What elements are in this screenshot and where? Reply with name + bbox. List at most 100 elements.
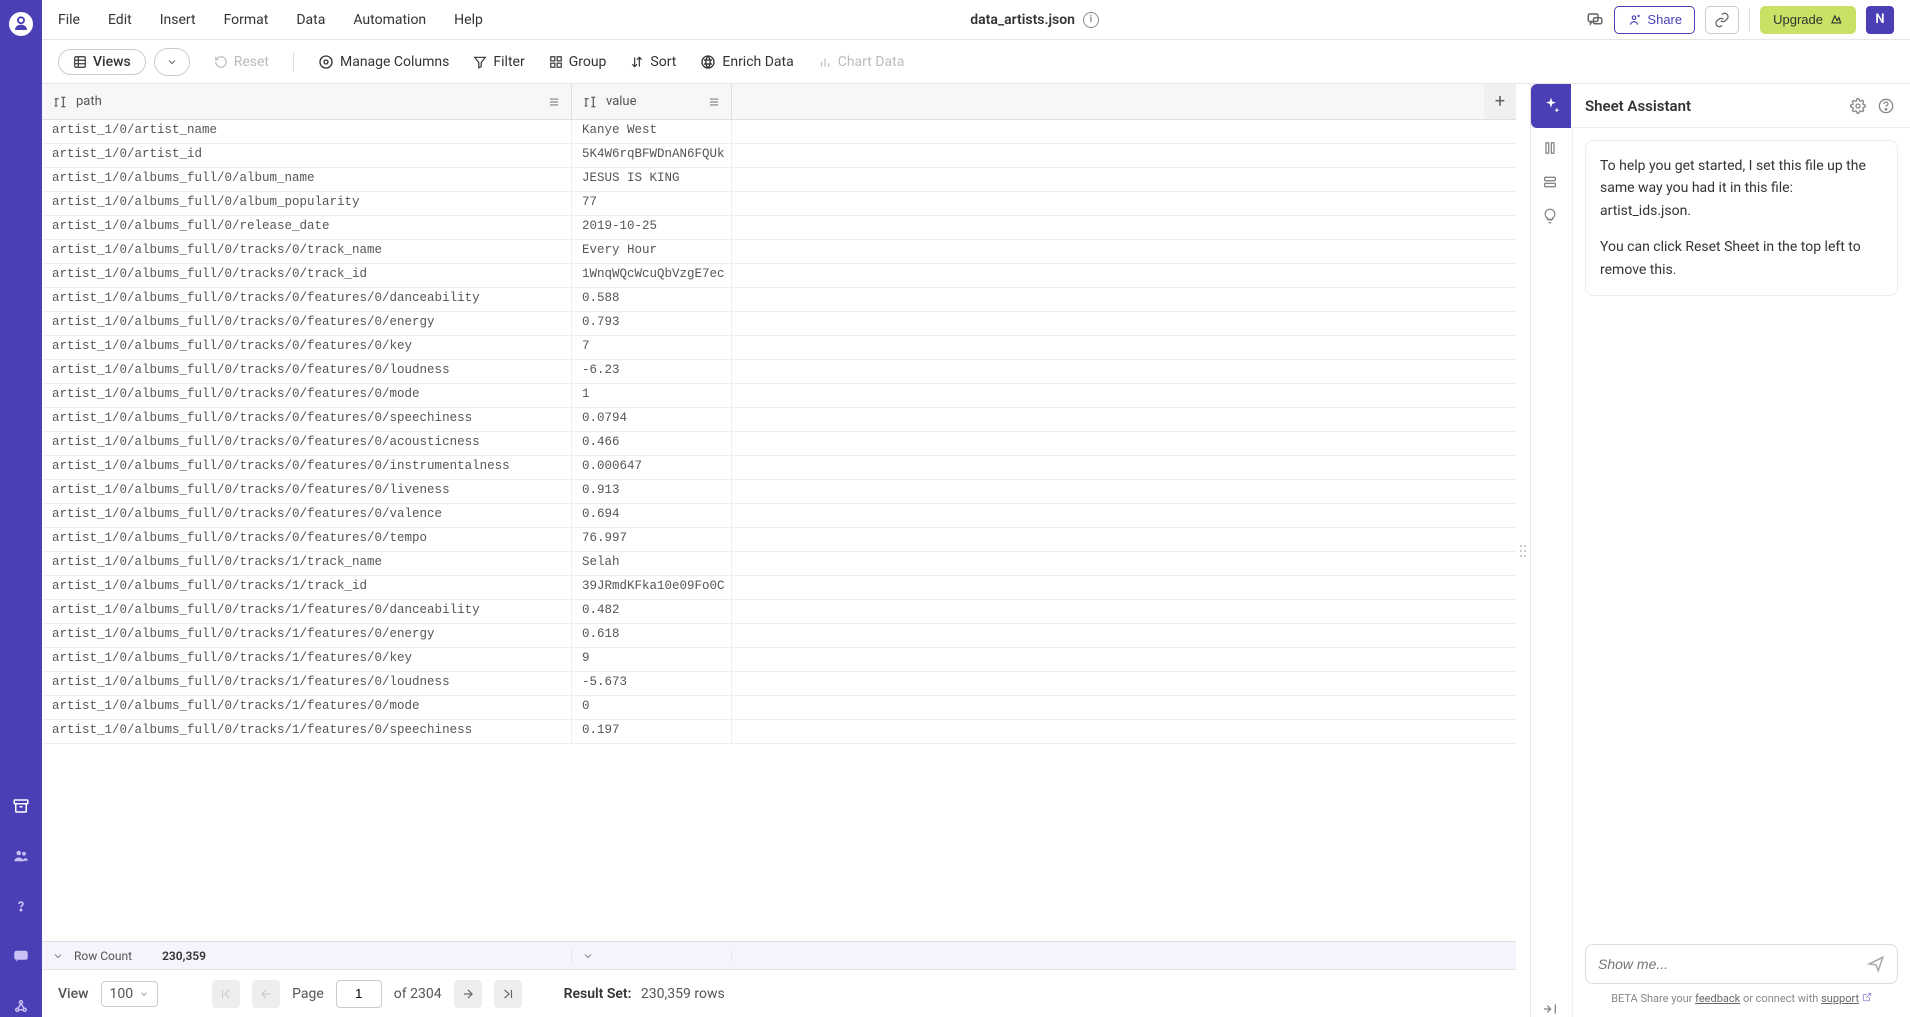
table-row[interactable]: artist_1/0/albums_full/0/tracks/1/featur… <box>42 624 1516 648</box>
cell-path[interactable]: artist_1/0/albums_full/0/album_popularit… <box>42 192 572 215</box>
last-page-button[interactable] <box>494 980 522 1008</box>
chevron-down-icon[interactable] <box>582 950 594 962</box>
chart-button[interactable]: Chart Data <box>818 54 905 70</box>
cell-path[interactable]: artist_1/0/albums_full/0/tracks/0/featur… <box>42 336 572 359</box>
views-dropdown[interactable] <box>154 48 190 76</box>
table-row[interactable]: artist_1/0/albums_full/0/tracks/1/track_… <box>42 576 1516 600</box>
table-row[interactable]: artist_1/0/albums_full/0/tracks/1/featur… <box>42 720 1516 744</box>
cell-path[interactable]: artist_1/0/albums_full/0/tracks/1/track_… <box>42 576 572 599</box>
table-row[interactable]: artist_1/0/albums_full/0/tracks/0/featur… <box>42 288 1516 312</box>
cell-value[interactable]: 77 <box>572 192 732 215</box>
cell-value[interactable]: 2019-10-25 <box>572 216 732 239</box>
cell-path[interactable]: artist_1/0/albums_full/0/tracks/0/featur… <box>42 312 572 335</box>
filter-button[interactable]: Filter <box>473 54 524 70</box>
menu-insert[interactable]: Insert <box>160 12 196 28</box>
column-header-value[interactable]: value <box>572 84 732 119</box>
cell-path[interactable]: artist_1/0/albums_full/0/tracks/1/track_… <box>42 552 572 575</box>
app-logo[interactable] <box>9 12 33 36</box>
share-button[interactable]: Share <box>1614 6 1695 34</box>
cell-value[interactable]: 5K4W6rqBFWDnAN6FQUk <box>572 144 732 167</box>
cell-path[interactable]: artist_1/0/albums_full/0/tracks/1/featur… <box>42 672 572 695</box>
assistant-input[interactable] <box>1598 956 1859 972</box>
cell-path[interactable]: artist_1/0/albums_full/0/tracks/0/featur… <box>42 288 572 311</box>
table-row[interactable]: artist_1/0/albums_full/0/tracks/1/featur… <box>42 672 1516 696</box>
menu-edit[interactable]: Edit <box>108 12 132 28</box>
cell-value[interactable]: 0.000647 <box>572 456 732 479</box>
menu-help[interactable]: Help <box>454 12 483 28</box>
cell-path[interactable]: artist_1/0/albums_full/0/tracks/0/featur… <box>42 504 572 527</box>
cell-value[interactable]: 0.588 <box>572 288 732 311</box>
manage-columns-button[interactable]: Manage Columns <box>318 54 449 70</box>
cell-path[interactable]: artist_1/0/albums_full/0/tracks/1/featur… <box>42 600 572 623</box>
column-header-path[interactable]: path <box>42 84 572 119</box>
cell-path[interactable]: artist_1/0/albums_full/0/tracks/0/track_… <box>42 264 572 287</box>
footer-support-link[interactable]: support <box>1821 992 1859 1005</box>
cell-value[interactable]: 0.482 <box>572 600 732 623</box>
comments-icon[interactable] <box>1586 11 1604 29</box>
assistant-settings-icon[interactable] <box>1850 98 1868 114</box>
prev-page-button[interactable] <box>252 980 280 1008</box>
table-row[interactable]: artist_1/0/albums_full/0/tracks/0/featur… <box>42 336 1516 360</box>
assistant-bulb-icon[interactable] <box>1542 208 1562 224</box>
table-row[interactable]: artist_1/0/albums_full/0/release_date201… <box>42 216 1516 240</box>
table-row[interactable]: artist_1/0/albums_full/0/tracks/0/featur… <box>42 456 1516 480</box>
cell-value[interactable]: Kanye West <box>572 120 732 143</box>
table-row[interactable]: artist_1/0/albums_full/0/tracks/1/featur… <box>42 648 1516 672</box>
cell-value[interactable]: 76.997 <box>572 528 732 551</box>
cell-path[interactable]: artist_1/0/albums_full/0/tracks/0/track_… <box>42 240 572 263</box>
views-button[interactable]: Views <box>58 49 146 75</box>
menu-file[interactable]: File <box>58 12 80 28</box>
add-column-button[interactable]: + <box>1484 84 1516 119</box>
cell-value[interactable]: JESUS IS KING <box>572 168 732 191</box>
cell-path[interactable]: artist_1/0/albums_full/0/album_name <box>42 168 572 191</box>
table-row[interactable]: artist_1/0/albums_full/0/tracks/1/track_… <box>42 552 1516 576</box>
link-button[interactable] <box>1705 6 1739 34</box>
cell-path[interactable]: artist_1/0/albums_full/0/tracks/0/featur… <box>42 528 572 551</box>
table-row[interactable]: artist_1/0/albums_full/0/tracks/0/featur… <box>42 528 1516 552</box>
group-button[interactable]: Group <box>549 54 607 70</box>
menu-format[interactable]: Format <box>224 12 269 28</box>
cell-path[interactable]: artist_1/0/albums_full/0/tracks/0/featur… <box>42 456 572 479</box>
cell-value[interactable]: 0.913 <box>572 480 732 503</box>
footer-feedback-link[interactable]: feedback <box>1695 992 1740 1005</box>
table-row[interactable]: artist_1/0/albums_full/0/album_popularit… <box>42 192 1516 216</box>
assistant-rows-icon[interactable] <box>1542 174 1562 190</box>
assistant-collapse-icon[interactable] <box>1542 1001 1562 1017</box>
cell-path[interactable]: artist_1/0/albums_full/0/tracks/0/featur… <box>42 408 572 431</box>
table-row[interactable]: artist_1/0/artist_nameKanye West <box>42 120 1516 144</box>
cell-value[interactable]: 0.466 <box>572 432 732 455</box>
cell-value[interactable]: 0.197 <box>572 720 732 743</box>
cell-value[interactable]: 0.694 <box>572 504 732 527</box>
cell-path[interactable]: artist_1/0/albums_full/0/tracks/0/featur… <box>42 360 572 383</box>
assistant-help-icon[interactable] <box>1878 98 1896 114</box>
cell-path[interactable]: artist_1/0/albums_full/0/tracks/0/featur… <box>42 480 572 503</box>
table-row[interactable]: artist_1/0/albums_full/0/tracks/0/featur… <box>42 480 1516 504</box>
table-row[interactable]: artist_1/0/albums_full/0/tracks/0/featur… <box>42 384 1516 408</box>
sort-button[interactable]: Sort <box>630 54 676 70</box>
table-row[interactable]: artist_1/0/albums_full/0/tracks/1/featur… <box>42 696 1516 720</box>
upgrade-button[interactable]: Upgrade <box>1760 6 1856 34</box>
per-page-selector[interactable]: 100 <box>101 981 159 1007</box>
sidebar-chat-icon[interactable] <box>10 945 32 967</box>
first-page-button[interactable] <box>212 980 240 1008</box>
sidebar-help-icon[interactable] <box>10 895 32 917</box>
cell-value[interactable]: Selah <box>572 552 732 575</box>
table-row[interactable]: artist_1/0/albums_full/0/tracks/0/featur… <box>42 408 1516 432</box>
cell-path[interactable]: artist_1/0/albums_full/0/release_date <box>42 216 572 239</box>
chevron-down-icon[interactable] <box>52 950 64 962</box>
table-row[interactable]: artist_1/0/albums_full/0/tracks/0/featur… <box>42 312 1516 336</box>
table-row[interactable]: artist_1/0/albums_full/0/tracks/0/track_… <box>42 240 1516 264</box>
cell-value[interactable]: 0.618 <box>572 624 732 647</box>
cell-path[interactable]: artist_1/0/artist_name <box>42 120 572 143</box>
cell-value[interactable]: 0.793 <box>572 312 732 335</box>
table-row[interactable]: artist_1/0/albums_full/0/tracks/0/featur… <box>42 504 1516 528</box>
grid-body[interactable]: artist_1/0/artist_nameKanye Westartist_1… <box>42 120 1516 941</box>
cell-value[interactable]: 7 <box>572 336 732 359</box>
assistant-pause-icon[interactable] <box>1542 140 1562 156</box>
assistant-send-icon[interactable] <box>1867 955 1885 973</box>
table-row[interactable]: artist_1/0/albums_full/0/tracks/0/track_… <box>42 264 1516 288</box>
cell-value[interactable]: 39JRmdKFka10e09Fo0C <box>572 576 732 599</box>
resize-handle[interactable] <box>1516 84 1530 1017</box>
reset-button[interactable]: Reset <box>214 54 269 70</box>
table-row[interactable]: artist_1/0/albums_full/0/album_nameJESUS… <box>42 168 1516 192</box>
